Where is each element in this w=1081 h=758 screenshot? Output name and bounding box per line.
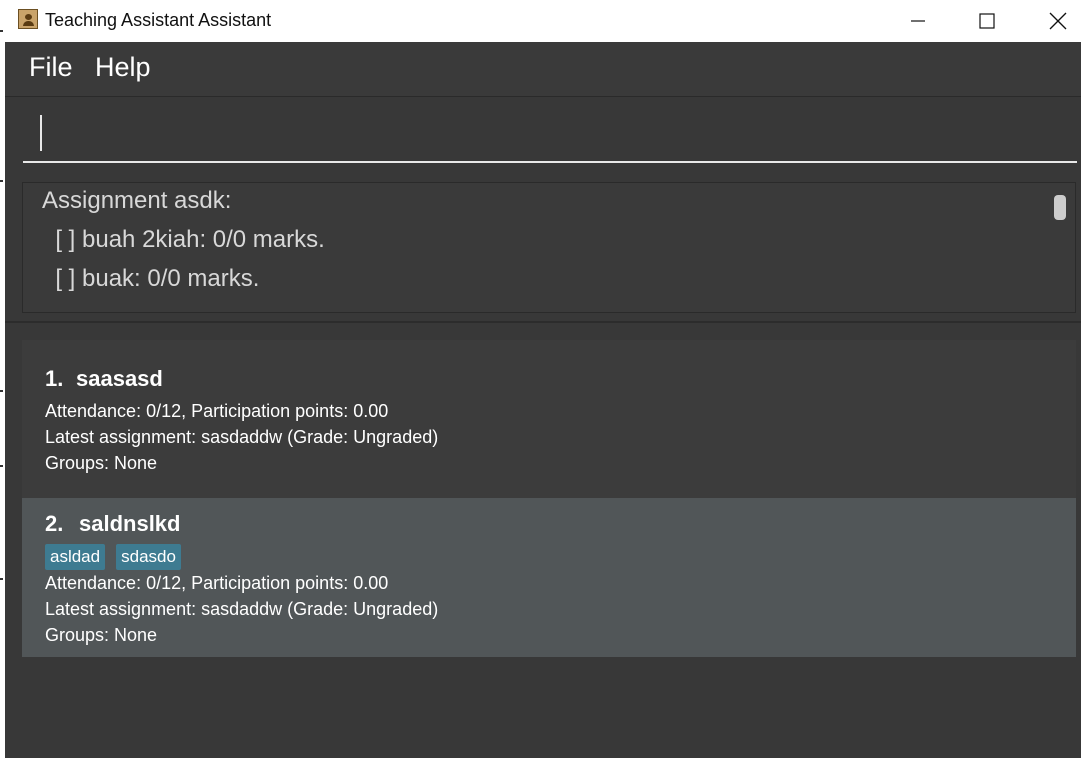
maximize-button[interactable] (964, 0, 1010, 42)
app-window: Teaching Assistant Assistant File Help A… (5, 0, 1081, 758)
tag-badge: asldad (45, 544, 106, 570)
student-attendance: Attendance: 0/12, Participation points: … (45, 401, 389, 421)
menu-help[interactable]: Help (93, 52, 153, 83)
student-attendance: Attendance: 0/12, Participation points: … (45, 573, 389, 593)
text-caret (40, 115, 42, 151)
menu-file[interactable]: File (27, 52, 75, 83)
result-line: [ ] buak: 0/0 marks. (42, 265, 260, 292)
student-name: saldnslkd (79, 511, 181, 536)
tag-badge: sdasdo (116, 544, 181, 570)
student-index: 2. (45, 511, 64, 536)
app-icon (18, 9, 38, 29)
close-icon (1049, 12, 1067, 30)
minimize-icon (911, 20, 925, 22)
command-input[interactable] (23, 109, 1077, 163)
student-latest-assignment: Latest assignment: sasdaddw (Grade: Ungr… (45, 427, 439, 447)
close-button[interactable] (1035, 0, 1081, 42)
command-box-area (5, 97, 1081, 172)
student-tags: asldad sdasdo (45, 544, 181, 570)
result-scrollbar-thumb[interactable] (1054, 195, 1066, 220)
minimize-button[interactable] (895, 0, 941, 42)
maximize-icon (979, 13, 995, 29)
divider (5, 321, 1081, 323)
student-index: 1. (45, 366, 64, 391)
result-display[interactable]: Assignment asdk: [ ] buah 2kiah: 0/0 mar… (22, 182, 1076, 313)
student-groups: Groups: None (45, 453, 158, 473)
student-list[interactable]: 1. saasasd Attendance: 0/12, Participati… (22, 340, 1076, 758)
window-title: Teaching Assistant Assistant (45, 10, 272, 30)
student-groups: Groups: None (45, 625, 158, 645)
result-line: Assignment asdk: (42, 187, 232, 214)
student-latest-assignment: Latest assignment: sasdaddw (Grade: Ungr… (45, 599, 439, 619)
menu-bar: File Help (5, 42, 1081, 97)
title-bar[interactable]: Teaching Assistant Assistant (5, 0, 1081, 42)
student-name: saasasd (76, 366, 163, 391)
student-card[interactable]: 1. saasasd Attendance: 0/12, Participati… (22, 340, 1076, 498)
student-card-selected[interactable]: 2. saldnslkd asldad sdasdo Attendance: 0… (22, 498, 1076, 657)
result-line: [ ] buah 2kiah: 0/0 marks. (42, 226, 325, 253)
